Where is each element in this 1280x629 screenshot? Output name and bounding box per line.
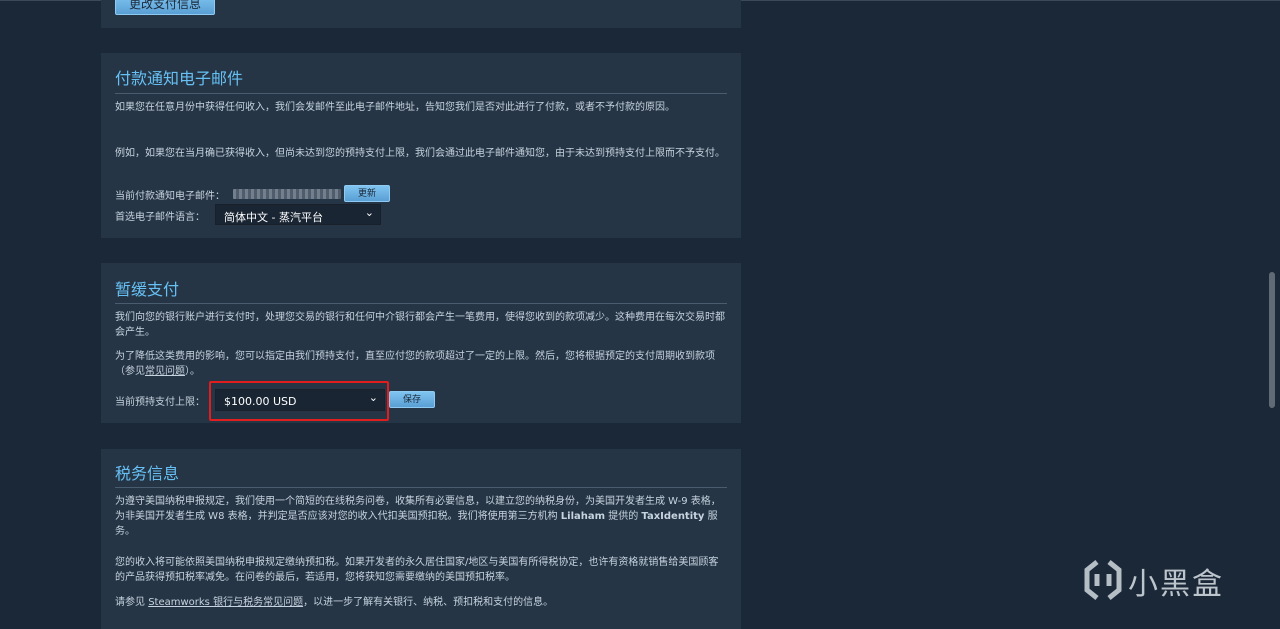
tax-service-name: TaxIdentity <box>641 511 705 522</box>
section-divider <box>115 303 727 304</box>
threshold-label: 当前预持支付上限： <box>115 397 205 408</box>
change-payment-info-button[interactable]: 更改支付信息 <box>115 0 215 15</box>
deferred-desc-2: 为了降低这类费用的影响，您可以指定由我们预持支付，直至应付您的款项超过了一定的上… <box>115 349 727 379</box>
section-divider <box>115 93 727 94</box>
tax-desc-3-end: ，以进一步了解有关银行、纳税、预扣税和支付的信息。 <box>303 597 554 608</box>
payment-notify-desc-2: 例如，如果您在当月确已获得收入，但尚未达到您的预持支付上限，我们会通过此电子邮件… <box>115 148 725 159</box>
update-email-button[interactable]: 更新 <box>344 185 390 202</box>
deferred-desc-2-text: 为了降低这类费用的影响，您可以指定由我们预持支付，直至应付您的款项超过了一定的上… <box>115 351 715 377</box>
deferred-desc-2-end: ）。 <box>185 366 200 377</box>
payment-notify-desc-1: 如果您在任意月份中获得任何收入，我们会发邮件至此电子邮件地址，告知您我们是否对此… <box>115 102 675 113</box>
watermark-text: 小黑盒 <box>1128 567 1224 602</box>
tax-desc-1: 为遵守美国纳税申报规定，我们使用一个简短的在线税务问卷，收集所有必要信息，以建立… <box>115 494 727 539</box>
current-email-label: 当前付款通知电子邮件： <box>115 191 225 202</box>
language-select-value: 简体中文 - 蒸汽平台 <box>224 211 323 224</box>
tax-desc-3-text: 请参见 <box>115 597 149 608</box>
language-select[interactable]: 简体中文 - 蒸汽平台 ⌄ <box>215 204 381 225</box>
section-divider <box>115 487 727 488</box>
redacted-email <box>233 189 341 199</box>
tax-info-panel: 税务信息 为遵守美国纳税申报规定，我们使用一个简短的在线税务问卷，收集所有必要信… <box>101 449 741 629</box>
scrollbar[interactable] <box>1269 272 1275 408</box>
prev-section-panel: 更改支付信息 <box>101 0 741 28</box>
tax-vendor-name: Lilaham <box>560 511 606 522</box>
language-label: 首选电子邮件语言： <box>115 212 205 223</box>
highlight-box <box>209 381 389 421</box>
steamworks-faq-link[interactable]: Steamworks 银行与税务常见问题 <box>148 597 303 608</box>
chevron-down-icon: ⌄ <box>364 206 374 219</box>
tax-desc-3: 请参见 Steamworks 银行与税务常见问题，以进一步了解有关银行、纳税、预… <box>115 595 727 610</box>
section-title-deferred: 暂缓支付 <box>115 280 180 299</box>
section-title-tax: 税务信息 <box>115 464 180 483</box>
section-title-payment-notify: 付款通知电子邮件 <box>115 69 244 88</box>
deferred-payment-panel: 暂缓支付 我们向您的银行账户进行支付时，处理您交易的银行和任何中介银行都会产生一… <box>101 263 741 423</box>
tax-desc-2: 您的收入将可能依照美国纳税申报规定缴纳预扣税。如果开发者的永久居住国家/地区与美… <box>115 557 719 583</box>
deferred-desc-1: 我们向您的银行账户进行支付时，处理您交易的银行和任何中介银行都会产生一笔费用，使… <box>115 312 725 338</box>
tax-desc-1-mid: 提供的 <box>605 511 642 522</box>
save-threshold-button[interactable]: 保存 <box>389 391 435 408</box>
faq-link[interactable]: 常见问题 <box>145 366 185 377</box>
payment-notify-panel: 付款通知电子邮件 如果您在任意月份中获得任何收入，我们会发邮件至此电子邮件地址，… <box>101 53 741 238</box>
